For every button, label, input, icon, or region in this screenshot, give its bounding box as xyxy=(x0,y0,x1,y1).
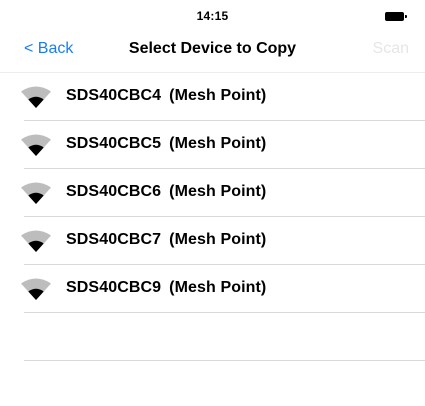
device-label: SDS40CBC9 (Mesh Point) xyxy=(66,279,266,297)
device-id: SDS40CBC6 xyxy=(66,183,162,200)
navigation-bar: < Back Select Device to Copy Scan xyxy=(0,30,425,72)
battery-full-icon xyxy=(385,12,407,21)
device-row[interactable]: SDS40CBC4 (Mesh Point) xyxy=(0,73,425,121)
back-button[interactable]: < Back xyxy=(24,40,73,58)
page-title-text: Select Device to Copy xyxy=(128,40,297,57)
device-row[interactable]: SDS40CBC9 (Mesh Point) xyxy=(0,265,425,313)
device-label: SDS40CBC6 (Mesh Point) xyxy=(66,183,266,201)
wifi-signal-icon xyxy=(21,230,51,252)
device-id: SDS40CBC5 xyxy=(66,135,162,152)
device-row[interactable]: SDS40CBC5 (Mesh Point) xyxy=(0,121,425,169)
scan-button[interactable]: Scan xyxy=(373,40,409,58)
device-id: SDS40CBC9 xyxy=(66,279,162,296)
empty-row xyxy=(0,313,425,361)
status-bar: 14:15 xyxy=(0,0,425,30)
device-type: (Mesh Point) xyxy=(169,135,267,152)
status-time: 14:15 xyxy=(196,9,229,23)
wifi-signal-icon xyxy=(21,278,51,300)
device-id: SDS40CBC4 xyxy=(66,87,162,104)
device-label: SDS40CBC4 (Mesh Point) xyxy=(66,87,266,105)
device-row[interactable]: SDS40CBC7 (Mesh Point) xyxy=(0,217,425,265)
device-list: SDS40CBC4 (Mesh Point) SDS40CBC5 (Mesh Poi… xyxy=(0,73,425,361)
device-type: (Mesh Point) xyxy=(169,279,267,296)
device-type: (Mesh Point) xyxy=(169,231,267,248)
device-type: (Mesh Point) xyxy=(169,87,267,104)
device-label: SDS40CBC5 (Mesh Point) xyxy=(66,135,266,153)
device-id: SDS40CBC7 xyxy=(66,231,162,248)
wifi-signal-icon xyxy=(21,134,51,156)
wifi-signal-icon xyxy=(21,86,51,108)
device-label: SDS40CBC7 (Mesh Point) xyxy=(66,231,266,249)
wifi-signal-icon xyxy=(21,182,51,204)
device-row[interactable]: SDS40CBC6 (Mesh Point) xyxy=(0,169,425,217)
device-type: (Mesh Point) xyxy=(169,183,267,200)
